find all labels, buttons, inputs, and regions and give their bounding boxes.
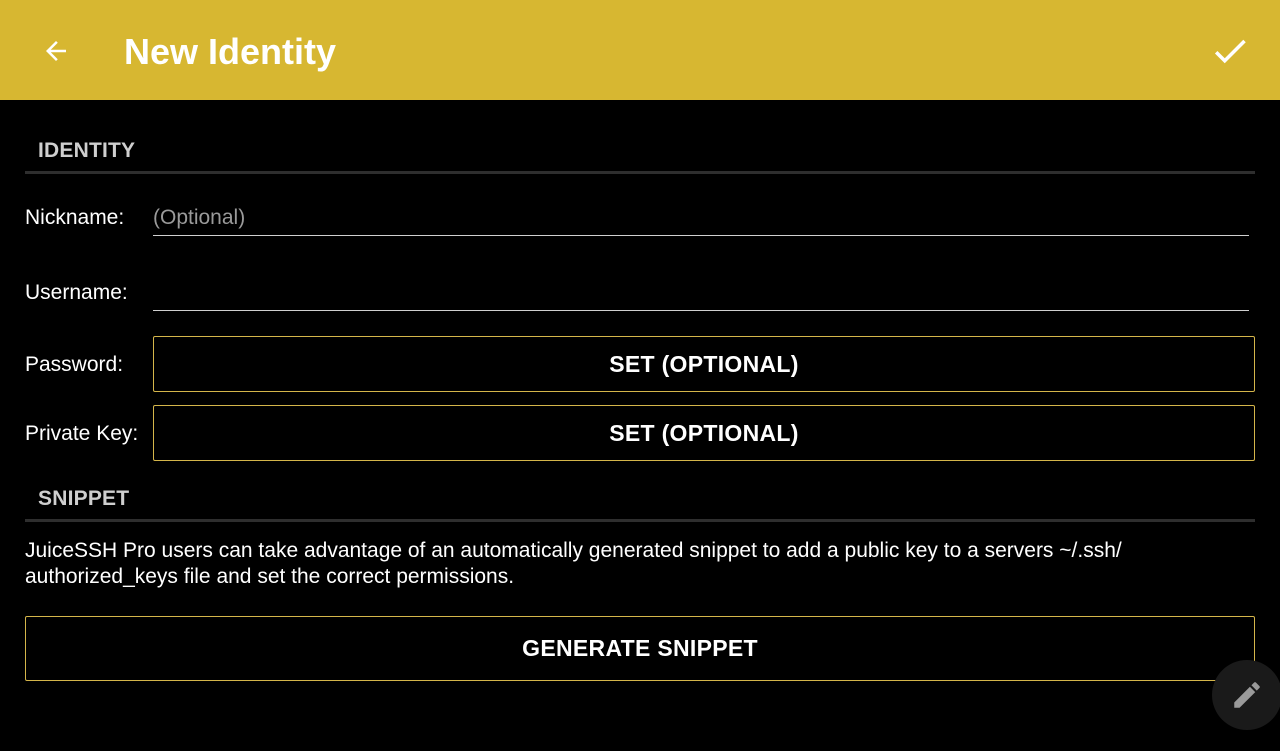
edit-fab[interactable] xyxy=(1212,660,1280,730)
app-bar: New Identity xyxy=(0,0,1280,100)
generate-snippet-button-label: GENERATE SNIPPET xyxy=(522,635,758,661)
page-title: New Identity xyxy=(124,31,337,72)
password-label: Password: xyxy=(25,353,124,376)
snippet-section-header: SNIPPET xyxy=(38,487,130,510)
set-password-button[interactable]: SET (OPTIONAL) xyxy=(153,336,1255,392)
set-private-key-button[interactable]: SET (OPTIONAL) xyxy=(153,405,1255,461)
save-button[interactable] xyxy=(1198,24,1262,78)
back-button[interactable] xyxy=(28,26,84,76)
generate-snippet-button[interactable]: GENERATE SNIPPET xyxy=(25,616,1255,681)
identity-section-header: IDENTITY xyxy=(38,139,136,162)
private-key-label: Private Key: xyxy=(25,422,139,445)
snippet-description: JuiceSSH Pro users can take advantage of… xyxy=(25,539,1122,588)
nickname-label: Nickname: xyxy=(25,206,125,229)
username-label: Username: xyxy=(25,281,128,304)
username-input[interactable] xyxy=(153,276,1249,311)
set-password-button-label: SET (OPTIONAL) xyxy=(609,350,799,377)
pencil-icon xyxy=(1234,682,1260,708)
check-icon xyxy=(1214,39,1246,64)
set-private-key-button-label: SET (OPTIONAL) xyxy=(609,419,799,446)
nickname-input[interactable] xyxy=(153,201,1249,236)
arrow-back-icon xyxy=(46,41,66,61)
snippet-divider xyxy=(25,519,1255,522)
identity-divider xyxy=(25,171,1255,174)
